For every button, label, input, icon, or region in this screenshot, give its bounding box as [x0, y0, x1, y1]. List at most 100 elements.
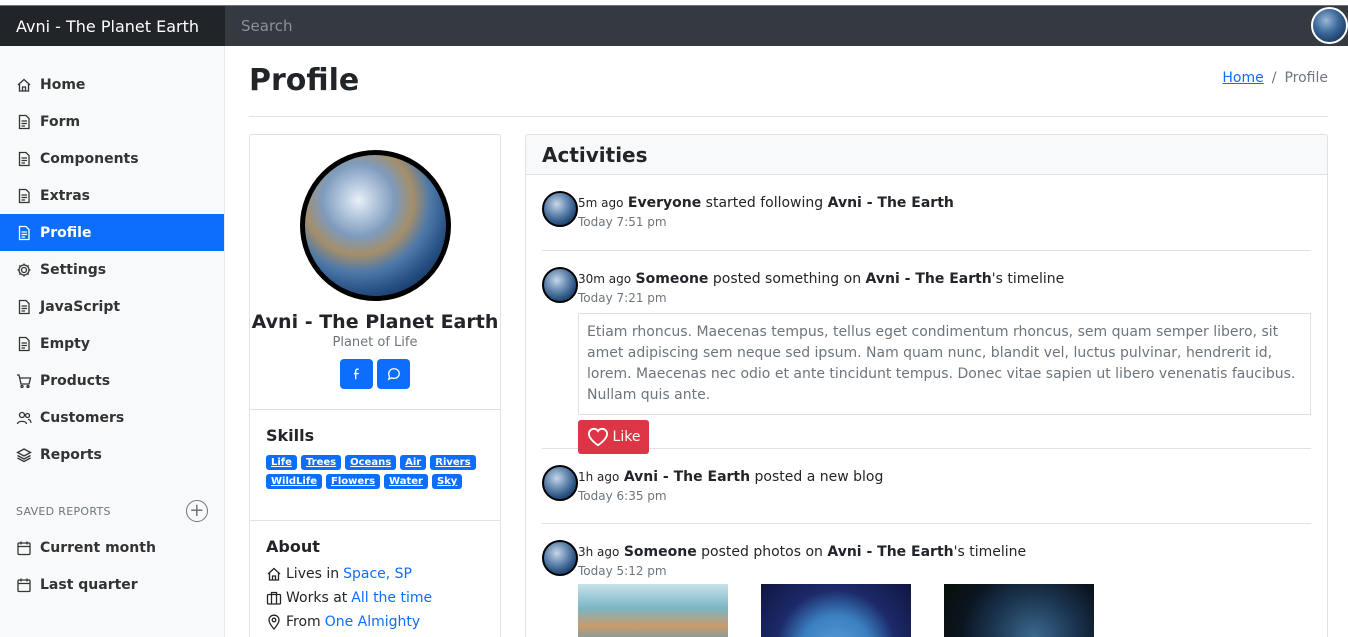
add-report-button[interactable]: + — [186, 500, 208, 522]
about-works-link[interactable]: All the time — [351, 590, 432, 606]
saved-reports-heading: SAVED REPORTS + — [0, 493, 224, 529]
breadcrumb-current: Profile — [1284, 70, 1328, 86]
activity-item: 5m ago Everyone started following Avni -… — [542, 175, 1311, 251]
skill-tag[interactable]: Life — [266, 455, 297, 470]
photo-thumbnail[interactable] — [578, 584, 728, 637]
about-works-label: Works at — [286, 590, 348, 606]
skill-tag[interactable]: Trees — [300, 455, 342, 470]
search-input[interactable] — [225, 6, 1348, 46]
file-icon — [16, 188, 32, 204]
layers-icon — [16, 447, 32, 463]
activity-target: Avni - The Earth — [827, 195, 954, 211]
sidebar-item-label: Settings — [40, 261, 107, 278]
sidebar-item-extras[interactable]: Extras — [0, 177, 224, 214]
activity-avatar — [542, 465, 578, 501]
about-lives-link[interactable]: Space, SP — [343, 566, 412, 582]
skill-tag[interactable]: WildLife — [266, 474, 322, 489]
sidebar-item-label: Profile — [40, 224, 92, 241]
file-icon — [16, 336, 32, 352]
activity-actor: Someone — [623, 544, 697, 560]
brand[interactable]: Avni - The Planet Earth — [0, 6, 225, 46]
sidebar: Home Form Components Extras Profile Sett… — [0, 46, 225, 637]
file-icon — [16, 151, 32, 167]
activity-ago: 30m ago — [578, 272, 632, 286]
skill-tag[interactable]: Air — [400, 455, 427, 470]
about-works: Works at All the time — [266, 590, 484, 606]
skill-tag[interactable]: Sky — [431, 474, 463, 489]
location-pin-icon — [266, 614, 282, 630]
activity-ago: 1h ago — [578, 470, 620, 484]
skill-tag[interactable]: Rivers — [430, 455, 476, 470]
activity-content: 30m ago Someone posted something on Avni… — [578, 267, 1311, 454]
sidebar-item-profile[interactable]: Profile — [0, 214, 224, 251]
activity-time: Today 5:12 pm — [578, 564, 667, 578]
activity-text: 3h ago Someone posted photos on Avni - T… — [578, 540, 1311, 560]
like-label: Like — [612, 429, 641, 445]
photo-thumbnail[interactable] — [944, 584, 1094, 637]
sidebar-item-reports[interactable]: Reports — [0, 436, 224, 473]
activity-verb: started following — [705, 195, 824, 211]
house-icon — [266, 566, 282, 582]
activity-verb: posted something on — [712, 271, 862, 287]
profile-header: Avni - The Planet Earth Planet of Life — [250, 135, 500, 410]
calendar-icon — [16, 577, 32, 593]
sidebar-item-products[interactable]: Products — [0, 362, 224, 399]
sidebar-item-label: Home — [40, 76, 86, 93]
sidebar-item-label: Components — [40, 150, 139, 167]
photo-thumbnail[interactable] — [761, 584, 911, 637]
sidebar-item-label: Empty — [40, 335, 90, 352]
calendar-icon — [16, 540, 32, 556]
sidebar-item-label: Current month — [40, 539, 156, 556]
profile-subtitle: Planet of Life — [332, 335, 418, 350]
photo-thumbnails — [578, 584, 1311, 637]
skill-tag[interactable]: Oceans — [345, 455, 397, 470]
activity-suffix: 's timeline — [991, 271, 1065, 287]
activity-avatar — [542, 191, 578, 227]
sidebar-item-current-month[interactable]: Current month — [0, 529, 224, 566]
activity-content: 1h ago Avni - The Earth posted a new blo… — [578, 465, 1311, 503]
activities-title: Activities — [526, 135, 1327, 175]
sidebar-item-home[interactable]: Home — [0, 66, 224, 103]
sidebar-item-components[interactable]: Components — [0, 140, 224, 177]
message-button[interactable] — [377, 359, 410, 389]
activity-actor: Everyone — [627, 195, 702, 211]
sidebar-item-last-quarter[interactable]: Last quarter — [0, 566, 224, 603]
activity-ago: 3h ago — [578, 545, 620, 559]
about-section: About Lives in Space, SP Works at All th… — [250, 521, 500, 630]
file-icon — [16, 114, 32, 130]
sidebar-item-javascript[interactable]: JavaScript — [0, 288, 224, 325]
sidebar-item-label: Extras — [40, 187, 90, 204]
profile-actions — [250, 359, 500, 389]
sidebar-item-form[interactable]: Form — [0, 103, 224, 140]
page-header: Profile Home / Profile — [249, 46, 1328, 117]
facebook-icon — [353, 368, 359, 380]
breadcrumb-home-link[interactable]: Home — [1222, 70, 1263, 86]
profile-avatar — [299, 150, 451, 301]
sidebar-item-label: Products — [40, 372, 111, 389]
activity-item: 1h ago Avni - The Earth posted a new blo… — [542, 449, 1311, 524]
sidebar-item-label: Form — [40, 113, 81, 130]
chat-icon — [387, 368, 400, 381]
activity-actor: Avni - The Earth — [623, 469, 751, 485]
file-icon — [16, 299, 32, 315]
skill-tag[interactable]: Flowers — [325, 474, 381, 489]
heart-icon — [587, 427, 608, 447]
about-from-link[interactable]: One Almighty — [325, 614, 420, 630]
activity-content: 5m ago Everyone started following Avni -… — [578, 191, 1311, 229]
sidebar-item-empty[interactable]: Empty — [0, 325, 224, 362]
page-title: Profile — [249, 63, 360, 98]
activity-text: 30m ago Someone posted something on Avni… — [578, 267, 1311, 287]
breadcrumb: Home / Profile — [1222, 70, 1328, 86]
sidebar-item-settings[interactable]: Settings — [0, 251, 224, 288]
activity-time: Today 7:51 pm — [578, 215, 667, 229]
sidebar-item-customers[interactable]: Customers — [0, 399, 224, 436]
facebook-button[interactable] — [340, 359, 373, 389]
activity-actor: Someone — [635, 271, 709, 287]
about-lives-label: Lives in — [286, 566, 340, 582]
about-title: About — [266, 537, 320, 556]
skill-tag[interactable]: Water — [384, 474, 428, 489]
skills-tags: Life Trees Oceans Air Rivers WildLife Fl… — [266, 455, 486, 489]
sidebar-item-label: Last quarter — [40, 576, 138, 593]
user-avatar[interactable] — [1311, 7, 1348, 44]
activities-card: Activities 5m ago Everyone started follo… — [525, 134, 1328, 637]
